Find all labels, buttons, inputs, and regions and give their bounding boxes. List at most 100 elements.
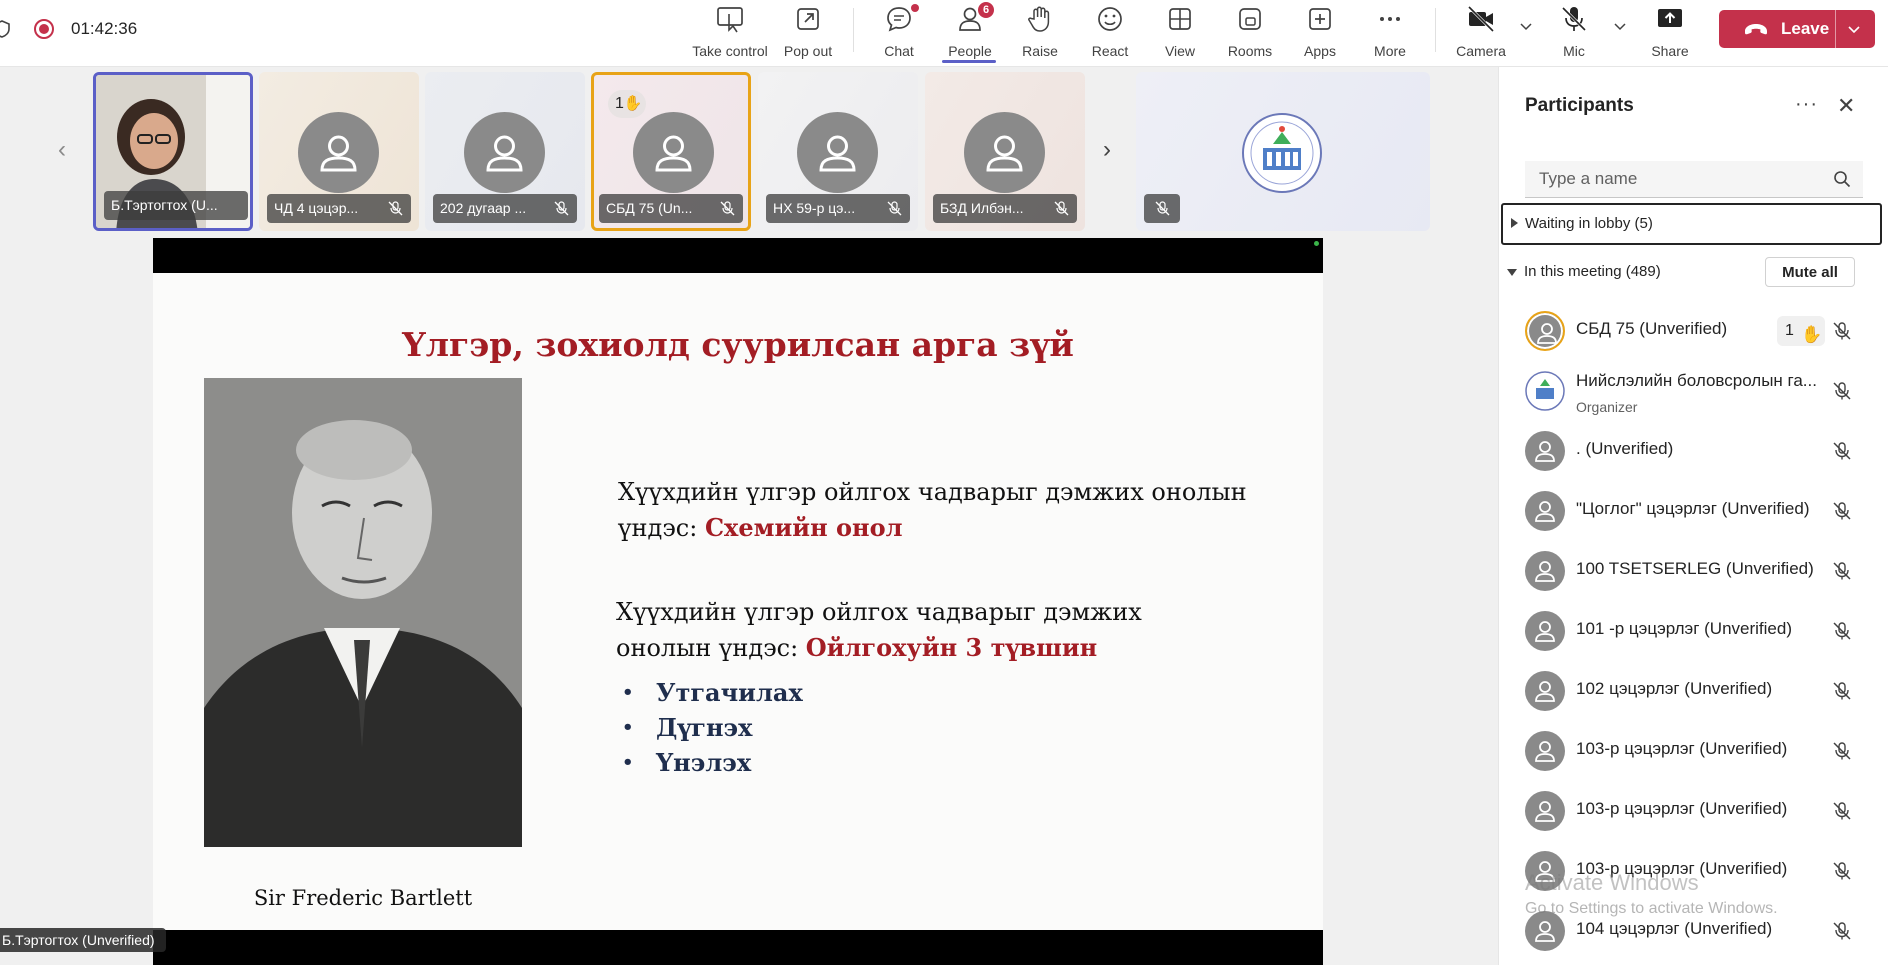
participant-name: 103-р цэцэрлэг (Unverified) xyxy=(1576,799,1788,818)
chat-button[interactable]: Chat xyxy=(875,4,923,62)
camera-button[interactable]: Camera xyxy=(1455,4,1507,62)
grid-view-icon xyxy=(1169,8,1191,30)
shield-icon xyxy=(0,20,10,38)
in-meeting-section-header[interactable]: In this meeting (489) xyxy=(1507,263,1661,280)
leave-label: Leave xyxy=(1781,19,1830,38)
share-button[interactable]: Share xyxy=(1646,4,1694,62)
mic-button[interactable]: Mic xyxy=(1550,4,1598,62)
avatar xyxy=(1525,491,1565,531)
tile-name-label: Б.Тэртогтох (U... xyxy=(104,191,248,220)
slide-paragraph-1: Хүүхдийн үлгэр ойлгох чадварыг дэмжих он… xyxy=(618,475,1247,546)
video-tile-participant-raised-hand[interactable]: 1✋ СБД 75 (Un... xyxy=(591,72,751,231)
panel-title: Participants xyxy=(1525,95,1634,116)
pop-out-button[interactable]: Pop out xyxy=(779,4,837,62)
mic-muted-icon[interactable] xyxy=(1832,801,1852,821)
react-button[interactable]: React xyxy=(1086,4,1134,62)
mic-muted-icon[interactable] xyxy=(1832,861,1852,881)
video-tile-participant[interactable]: НХ 59-р цэ... xyxy=(758,72,918,231)
mic-options-chevron-icon[interactable] xyxy=(1614,20,1626,32)
participant-name: "Цоглог" цэцэрлэг (Unverified) xyxy=(1576,499,1810,518)
leave-button[interactable]: Leave xyxy=(1719,10,1875,48)
mic-muted-icon xyxy=(1054,201,1069,216)
participant-row[interactable]: 101 -р цэцэрлэг (Unverified) xyxy=(1499,601,1888,657)
bullet-item: Утгачилах xyxy=(622,675,803,710)
mic-muted-icon[interactable] xyxy=(1832,321,1852,341)
waiting-lobby-section[interactable]: Waiting in lobby (5) xyxy=(1501,203,1882,245)
smiley-icon xyxy=(1098,7,1122,31)
mic-muted-icon[interactable] xyxy=(1832,501,1852,521)
hand-icon xyxy=(1028,6,1050,32)
mute-all-button[interactable]: Mute all xyxy=(1765,257,1855,287)
bullet-item: Үнэлэх xyxy=(622,745,803,780)
participant-name: 101 -р цэцэрлэг (Unverified) xyxy=(1576,619,1792,638)
share-icon xyxy=(1658,9,1682,27)
raised-hand-count: 1 xyxy=(1785,322,1794,339)
apps-icon xyxy=(1309,8,1331,30)
mic-muted-icon[interactable] xyxy=(1832,561,1852,581)
mic-muted-icon[interactable] xyxy=(1832,741,1852,761)
people-button[interactable]: 6 People xyxy=(944,2,996,62)
more-options-icon[interactable]: ··· xyxy=(1795,93,1818,116)
take-control-button[interactable]: Take control xyxy=(691,4,769,62)
avatar xyxy=(464,112,545,193)
avatar xyxy=(298,112,379,193)
rooms-icon xyxy=(1239,8,1261,30)
mic-off-icon xyxy=(1561,6,1587,32)
meeting-timer: 01:42:36 xyxy=(71,19,138,38)
organization-avatar xyxy=(1525,371,1565,411)
highlight-text: Схемийн онол xyxy=(704,513,903,542)
tile-name-label xyxy=(1144,194,1180,223)
mic-muted-icon[interactable] xyxy=(1832,441,1852,461)
view-button[interactable]: View xyxy=(1156,4,1204,62)
mic-muted-icon[interactable] xyxy=(1832,681,1852,701)
search-input[interactable] xyxy=(1525,161,1831,197)
mic-muted-icon xyxy=(388,201,403,216)
share-label: Share xyxy=(1651,43,1689,59)
participant-row[interactable]: 103-р цэцэрлэг (Unverified) xyxy=(1499,721,1888,777)
gallery-next-arrow-icon[interactable]: › xyxy=(1103,136,1111,164)
collapse-caret-icon xyxy=(1507,268,1517,276)
sharing-indicator-dot xyxy=(1314,241,1319,246)
close-icon[interactable]: ✕ xyxy=(1837,93,1855,119)
participant-row[interactable]: 103-р цэцэрлэг (Unverified) xyxy=(1499,781,1888,837)
raised-hand-icon: ✋ xyxy=(623,95,643,112)
mic-muted-icon xyxy=(887,201,902,216)
more-button[interactable]: More xyxy=(1366,4,1414,62)
participant-row[interactable]: Нийслэлийн боловсролын га... Organizer xyxy=(1499,361,1888,417)
expand-caret-icon xyxy=(1511,218,1518,228)
participant-row[interactable]: . (Unverified) xyxy=(1499,421,1888,477)
view-label: View xyxy=(1164,43,1196,59)
recording-indicator-icon xyxy=(34,19,54,39)
pop-out-label: Pop out xyxy=(783,43,833,59)
video-tile-organizer[interactable] xyxy=(1136,72,1430,231)
participant-row[interactable]: 100 TSETSERLEG (Unverified) xyxy=(1499,541,1888,597)
video-tile-participant[interactable]: ЧД 4 цэцэр... xyxy=(259,72,419,231)
participant-row[interactable]: СБД 75 (Unverified) 1 ✋ xyxy=(1499,301,1888,357)
participant-row[interactable]: 102 цэцэрлэг (Unverified) xyxy=(1499,661,1888,717)
waiting-lobby-label: Waiting in lobby (5) xyxy=(1525,215,1653,232)
photo-caption: Sir Frederic Bartlett xyxy=(253,886,473,910)
raised-hand-badge: 1✋ xyxy=(1777,316,1825,346)
paragraph-line: онолын үндэс: Ойлгохуйн 3 түвшин xyxy=(616,633,1098,662)
slide-canvas: Үлгэр, зохиолд суурилсан арга зүй Sir Fr… xyxy=(153,273,1323,930)
video-tile-participant[interactable]: БЗД Илбэн... xyxy=(925,72,1085,231)
mic-muted-icon[interactable] xyxy=(1832,621,1852,641)
search-icon[interactable] xyxy=(1833,170,1851,188)
chat-unread-dot xyxy=(911,4,919,12)
avatar xyxy=(1525,311,1565,351)
mic-muted-icon[interactable] xyxy=(1832,921,1852,941)
rooms-button[interactable]: Rooms xyxy=(1224,4,1276,62)
paragraph-line: үндэс: Схемийн онол xyxy=(618,513,903,542)
gallery-prev-arrow-icon[interactable]: ‹ xyxy=(58,136,66,164)
video-tile-participant[interactable]: 202 дугаар ... xyxy=(425,72,585,231)
raise-hand-button[interactable]: Raise xyxy=(1016,4,1064,62)
slide-bullet-list: Утгачилах Дүгнэх Үнэлэх xyxy=(622,675,803,780)
video-tile-presenter[interactable]: Б.Тэртогтох (U... xyxy=(93,72,253,231)
apps-button[interactable]: Apps xyxy=(1296,4,1344,62)
avatar xyxy=(1525,551,1565,591)
participant-name: 103-р цэцэрлэг (Unverified) xyxy=(1576,739,1788,758)
camera-options-chevron-icon[interactable] xyxy=(1520,20,1532,32)
mic-muted-icon[interactable] xyxy=(1832,381,1852,401)
participant-row[interactable]: "Цоглог" цэцэрлэг (Unverified) xyxy=(1499,481,1888,537)
leave-options-chevron-icon[interactable] xyxy=(1847,22,1861,36)
